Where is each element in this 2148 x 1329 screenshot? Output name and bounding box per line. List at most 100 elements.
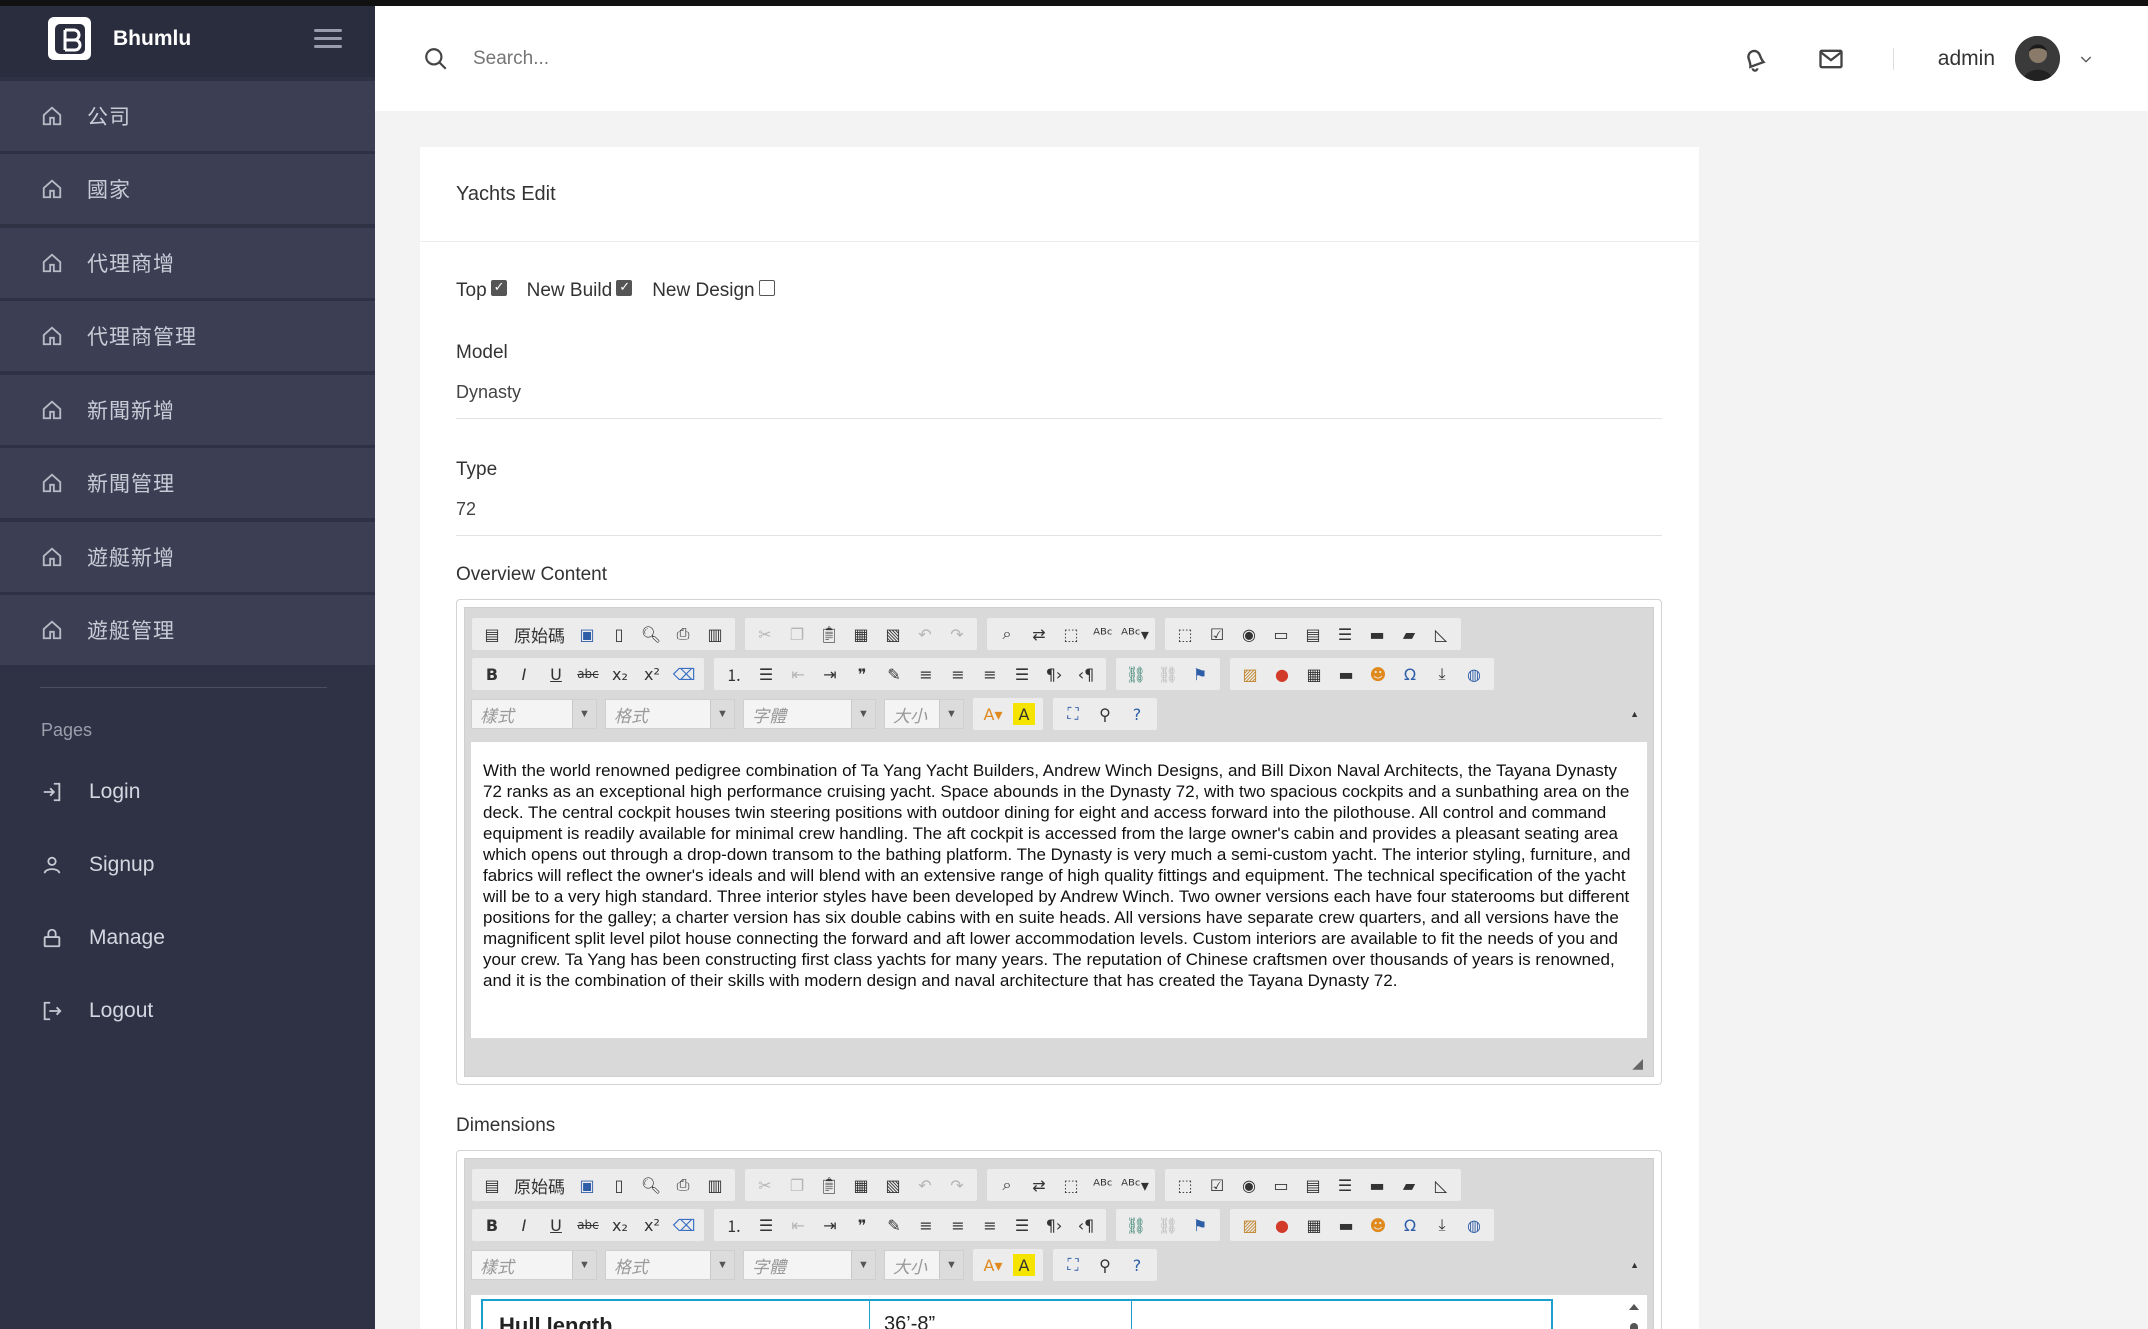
- page-break-icon[interactable]: ⤓: [1426, 1210, 1458, 1240]
- sidebar-item-signup[interactable]: Signup: [0, 828, 375, 901]
- unlink-icon[interactable]: ⛓: [1152, 659, 1184, 689]
- format-combo[interactable]: 格式 ▼: [605, 699, 735, 729]
- smiley-icon[interactable]: ☻: [1362, 659, 1394, 689]
- avatar[interactable]: [2015, 36, 2060, 81]
- size-combo[interactable]: 大小 ▼: [884, 1250, 964, 1280]
- select-icon[interactable]: ☰: [1329, 619, 1361, 649]
- sidebar-item-agent-manage[interactable]: 代理商管理: [0, 301, 375, 371]
- toolbar-collapse-icon[interactable]: ▲: [1630, 1260, 1639, 1270]
- image-icon[interactable]: ▨: [1234, 659, 1266, 689]
- anchor-icon[interactable]: ⚑: [1184, 1210, 1216, 1240]
- strike-icon[interactable]: abc: [572, 659, 604, 689]
- save-icon[interactable]: ▣: [571, 619, 603, 649]
- bold-icon[interactable]: B: [476, 1210, 508, 1240]
- spellcheck-icon[interactable]: ᴬᴮᶜ: [1087, 619, 1119, 649]
- hidden-field-icon[interactable]: ◺: [1425, 619, 1457, 649]
- cut-icon[interactable]: ✂: [749, 619, 781, 649]
- radio-icon[interactable]: ◉: [1233, 1170, 1265, 1200]
- new-build-checkbox[interactable]: [616, 279, 633, 296]
- undo-icon[interactable]: ↶: [909, 1170, 941, 1200]
- blockquote-icon[interactable]: ❞: [846, 659, 878, 689]
- bold-icon[interactable]: B: [476, 659, 508, 689]
- help-icon[interactable]: ?: [1121, 1250, 1153, 1280]
- special-char-icon[interactable]: Ω: [1394, 1210, 1426, 1240]
- iframe-icon[interactable]: ◍: [1458, 659, 1490, 689]
- textfield-icon[interactable]: ▭: [1265, 619, 1297, 649]
- print-icon[interactable]: ⎙: [667, 1170, 699, 1200]
- maximize-icon[interactable]: ⛶: [1057, 699, 1089, 729]
- search-input[interactable]: [473, 47, 973, 70]
- maximize-icon[interactable]: ⛶: [1057, 1250, 1089, 1280]
- ltr-icon[interactable]: ¶›: [1038, 659, 1070, 689]
- underline-icon[interactable]: U: [540, 659, 572, 689]
- sidebar-item-yacht-add[interactable]: 遊艇新增: [0, 521, 375, 592]
- table-icon[interactable]: ▦: [1298, 659, 1330, 689]
- image-icon[interactable]: ▨: [1234, 1210, 1266, 1240]
- spellcheck-icon[interactable]: ᴬᴮᶜ: [1087, 1170, 1119, 1200]
- brand-logo[interactable]: [48, 17, 91, 60]
- styles-combo[interactable]: 樣式 ▼: [471, 1250, 597, 1280]
- dimension-image-cell[interactable]: [1132, 1301, 1551, 1329]
- special-char-icon[interactable]: Ω: [1394, 659, 1426, 689]
- rtl-icon[interactable]: ‹¶: [1070, 1210, 1102, 1240]
- ltr-icon[interactable]: ¶›: [1038, 1210, 1070, 1240]
- outdent-icon[interactable]: ⇤: [782, 659, 814, 689]
- source-button[interactable]: 原始碼: [508, 619, 571, 649]
- hidden-field-icon[interactable]: ◺: [1425, 1170, 1457, 1200]
- paste-text-icon[interactable]: ▦: [845, 1170, 877, 1200]
- table-icon[interactable]: ▦: [1298, 1210, 1330, 1240]
- checkbox-icon[interactable]: ☑: [1201, 1170, 1233, 1200]
- find-icon[interactable]: ⌕: [991, 619, 1023, 649]
- paste-text-icon[interactable]: ▦: [845, 619, 877, 649]
- scayt-icon[interactable]: ᴬᴮᶜ▾: [1119, 619, 1151, 649]
- type-field[interactable]: 72: [456, 481, 1662, 536]
- align-center-icon[interactable]: ≡: [942, 659, 974, 689]
- bell-icon[interactable]: [1741, 45, 1769, 73]
- horizontal-line-icon[interactable]: ▬: [1330, 1210, 1362, 1240]
- anchor-icon[interactable]: ⚑: [1184, 659, 1216, 689]
- align-left-icon[interactable]: ≡: [910, 659, 942, 689]
- templates-icon[interactable]: ▥: [699, 1170, 731, 1200]
- show-blocks-icon[interactable]: ⚲: [1089, 699, 1121, 729]
- image-button-icon[interactable]: ▰: [1393, 619, 1425, 649]
- sidebar-item-yacht-manage[interactable]: 遊艇管理: [0, 595, 375, 665]
- form-icon[interactable]: ⬚: [1169, 619, 1201, 649]
- print-icon[interactable]: ⎙: [667, 619, 699, 649]
- styles-combo[interactable]: 樣式 ▼: [471, 699, 597, 729]
- mail-icon[interactable]: [1817, 45, 1845, 73]
- username[interactable]: admin: [1938, 47, 1995, 71]
- dimensions-content-area[interactable]: Hull length 36’-8”: [471, 1295, 1647, 1329]
- dimension-value-cell[interactable]: 36’-8”: [870, 1301, 1132, 1329]
- save-icon[interactable]: ▣: [571, 1170, 603, 1200]
- form-icon[interactable]: ⬚: [1169, 1170, 1201, 1200]
- find-icon[interactable]: ⌕: [991, 1170, 1023, 1200]
- model-field[interactable]: Dynasty: [456, 364, 1662, 419]
- page-break-icon[interactable]: ⤓: [1426, 659, 1458, 689]
- chevron-down-icon[interactable]: [2078, 51, 2094, 67]
- align-right-icon[interactable]: ≡: [974, 659, 1006, 689]
- replace-icon[interactable]: ⇄: [1023, 1170, 1055, 1200]
- help-icon[interactable]: ?: [1121, 699, 1153, 729]
- link-icon[interactable]: ⛓: [1120, 659, 1152, 689]
- align-left-icon[interactable]: ≡: [910, 1210, 942, 1240]
- new-page-icon[interactable]: ▯: [603, 1170, 635, 1200]
- iframe-icon[interactable]: ◍: [1458, 1210, 1490, 1240]
- horizontal-line-icon[interactable]: ▬: [1330, 659, 1362, 689]
- sidebar-item-agent-add[interactable]: 代理商增: [0, 227, 375, 298]
- checkbox-icon[interactable]: ☑: [1201, 619, 1233, 649]
- hamburger-menu-icon[interactable]: [314, 24, 342, 53]
- subscript-icon[interactable]: x₂: [604, 659, 636, 689]
- redo-icon[interactable]: ↷: [941, 619, 973, 649]
- textfield-icon[interactable]: ▭: [1265, 1170, 1297, 1200]
- redo-icon[interactable]: ↷: [941, 1170, 973, 1200]
- size-combo[interactable]: 大小 ▼: [884, 699, 964, 729]
- paste-word-icon[interactable]: ▧: [877, 619, 909, 649]
- sidebar-item-login[interactable]: Login: [0, 755, 375, 828]
- align-right-icon[interactable]: ≡: [974, 1210, 1006, 1240]
- rtl-icon[interactable]: ‹¶: [1070, 659, 1102, 689]
- sidebar-item-company[interactable]: 公司: [0, 80, 375, 151]
- font-combo[interactable]: 字體 ▼: [743, 1250, 876, 1280]
- justify-icon[interactable]: ☰: [1006, 1210, 1038, 1240]
- numbered-list-icon[interactable]: ⒈: [718, 659, 750, 689]
- templates-icon[interactable]: ▥: [699, 619, 731, 649]
